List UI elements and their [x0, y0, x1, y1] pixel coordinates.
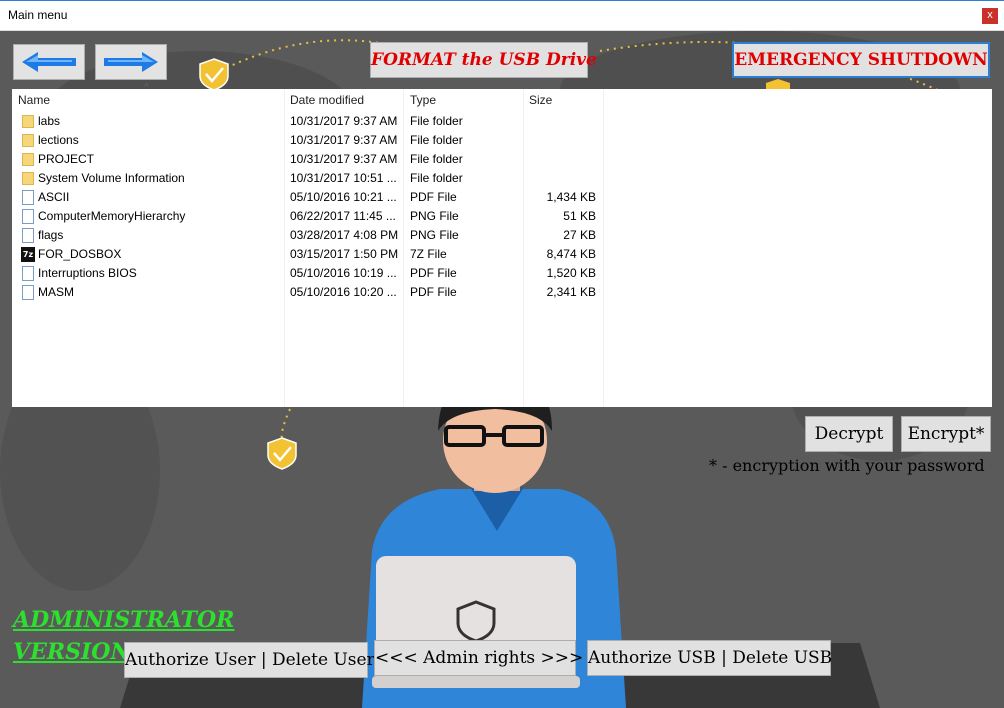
column-header-type[interactable]: Type [410, 93, 436, 107]
table-row[interactable]: ComputerMemoryHierarchy 06/22/2017 11:45… [12, 207, 612, 226]
file-name: lections [38, 133, 79, 147]
folder-icon [22, 172, 34, 185]
7z-file-icon: 7z [21, 247, 35, 262]
pdf-file-icon [22, 266, 34, 281]
file-date: 05/10/2016 10:20 ... [290, 285, 397, 299]
arrow-left-icon [22, 52, 76, 72]
png-file-icon [22, 209, 34, 224]
file-type: PDF File [410, 190, 457, 204]
table-row[interactable]: System Volume Information 10/31/2017 10:… [12, 169, 612, 188]
decrypt-button[interactable]: Decrypt [805, 416, 893, 452]
admin-rights-button[interactable]: <<< Admin rights >>> [374, 640, 583, 676]
administrator-label: ADMINISTRATOR [13, 607, 235, 633]
file-name: labs [38, 114, 61, 128]
file-name: ASCII [38, 190, 70, 204]
window-title: Main menu [8, 8, 68, 22]
file-name: System Volume Information [38, 171, 185, 185]
file-type: File folder [410, 152, 463, 166]
file-name: MASM [38, 285, 74, 299]
authorize-user-button[interactable]: Authorize User | Delete User [124, 642, 375, 678]
file-size: 1,434 KB [546, 190, 596, 204]
folder-icon [22, 153, 34, 166]
format-usb-button[interactable]: FORMAT the USB Drive [370, 42, 597, 78]
file-date: 05/10/2016 10:21 ... [290, 190, 397, 204]
forward-button[interactable] [95, 44, 167, 80]
column-header-name[interactable]: Name [18, 93, 50, 107]
title-bar: Main menu x [0, 0, 1004, 31]
file-name: PROJECT [38, 152, 95, 166]
file-name: Interruptions BIOS [38, 266, 137, 280]
file-date: 10/31/2017 9:37 AM [290, 133, 398, 147]
table-row[interactable]: MASM 05/10/2016 10:20 ... PDF File 2,341… [12, 283, 612, 302]
file-date: 05/10/2016 10:19 ... [290, 266, 397, 280]
file-size: 1,520 KB [546, 266, 596, 280]
arrow-right-icon [104, 52, 158, 72]
file-type: File folder [410, 114, 463, 128]
encrypt-button[interactable]: Encrypt* [901, 416, 991, 452]
column-header-date[interactable]: Date modified [290, 93, 364, 107]
file-date: 10/31/2017 9:37 AM [290, 152, 398, 166]
file-size: 2,341 KB [546, 285, 596, 299]
folder-icon [22, 115, 34, 128]
close-button[interactable]: x [982, 8, 998, 24]
file-type: PNG File [410, 228, 459, 242]
column-header-size[interactable]: Size [529, 93, 552, 107]
table-row[interactable]: lections 10/31/2017 9:37 AM File folder [12, 131, 612, 150]
file-type: 7Z File [410, 247, 447, 261]
table-row[interactable]: PROJECT 10/31/2017 9:37 AM File folder [12, 150, 612, 169]
table-row[interactable]: labs 10/31/2017 9:37 AM File folder [12, 112, 612, 131]
authorize-usb-button[interactable]: Authorize USB | Delete USB [587, 640, 832, 676]
file-size: 51 KB [563, 209, 596, 223]
file-date: 03/28/2017 4:08 PM [290, 228, 399, 242]
folder-icon [22, 134, 34, 147]
encryption-note: * - encryption with your password [709, 456, 985, 475]
sort-ascending-icon: ^ [144, 82, 149, 93]
table-row[interactable]: ASCII 05/10/2016 10:21 ... PDF File 1,43… [12, 188, 612, 207]
file-date: 10/31/2017 9:37 AM [290, 114, 398, 128]
version-label: VERSION [13, 639, 131, 665]
file-type: PDF File [410, 285, 457, 299]
file-name: FOR_DOSBOX [38, 247, 122, 261]
file-type: PDF File [410, 266, 457, 280]
file-size: 8,474 KB [546, 247, 596, 261]
emergency-shutdown-button[interactable]: EMERGENCY SHUTDOWN [732, 42, 990, 78]
pdf-file-icon [22, 285, 34, 300]
file-size: 27 KB [563, 228, 596, 242]
file-name: ComputerMemoryHierarchy [38, 209, 186, 223]
file-date: 06/22/2017 11:45 ... [290, 209, 396, 223]
file-type: PNG File [410, 209, 459, 223]
png-file-icon [22, 228, 34, 243]
file-list[interactable]: ^ Name Date modified Type Size labs 10/3… [12, 82, 992, 407]
file-date: 03/15/2017 1:50 PM [290, 247, 399, 261]
file-type: File folder [410, 171, 463, 185]
pdf-file-icon [22, 190, 34, 205]
file-name: flags [38, 228, 64, 242]
table-row[interactable]: flags 03/28/2017 4:08 PM PNG File 27 KB [12, 226, 612, 245]
file-date: 10/31/2017 10:51 ... [290, 171, 397, 185]
file-type: File folder [410, 133, 463, 147]
table-row[interactable]: Interruptions BIOS 05/10/2016 10:19 ... … [12, 264, 612, 283]
table-row[interactable]: 7z FOR_DOSBOX 03/15/2017 1:50 PM 7Z File… [12, 245, 612, 264]
back-button[interactable] [13, 44, 85, 80]
